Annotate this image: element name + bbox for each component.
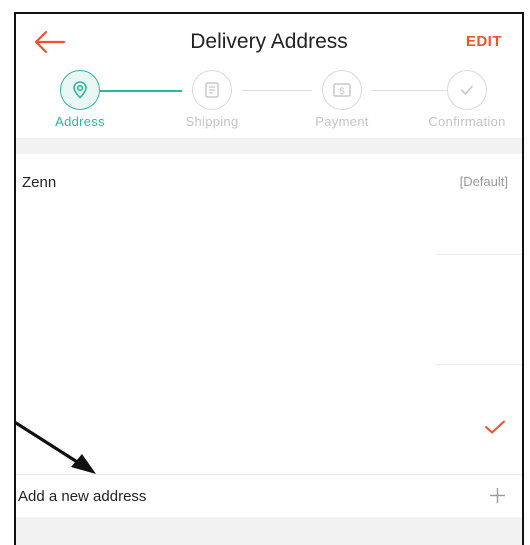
step-shipping[interactable]: Shipping [157, 70, 267, 129]
address-name: Zenn [22, 174, 57, 191]
step-label: Confirmation [428, 114, 506, 129]
step-address[interactable]: Address [25, 70, 135, 129]
step-label: Shipping [185, 114, 239, 129]
check-icon [461, 85, 473, 95]
app-header: Delivery Address EDIT [16, 14, 522, 68]
step-label: Address [55, 114, 105, 129]
selected-check-icon [485, 420, 505, 434]
divider [436, 254, 522, 255]
location-pin-icon [73, 81, 87, 99]
money-icon: $ [333, 83, 351, 97]
annotation-arrow-icon [16, 421, 96, 474]
default-badge: [Default] [459, 174, 508, 189]
divider [436, 364, 522, 365]
phone-screen: Delivery Address EDIT Address Shipping $… [14, 12, 524, 545]
plus-icon [490, 488, 505, 503]
document-icon [205, 82, 219, 98]
step-payment[interactable]: $ Payment [287, 70, 397, 129]
checkout-stepper: Address Shipping $ Payment Confirmation [16, 70, 522, 136]
step-label: Payment [315, 114, 369, 129]
add-address-row[interactable]: Add a new address [16, 474, 522, 517]
svg-text:$: $ [339, 86, 344, 96]
page-title: Delivery Address [190, 30, 348, 53]
bottom-spacer [16, 517, 522, 545]
edit-button[interactable]: EDIT [466, 33, 502, 50]
section-divider [16, 138, 522, 154]
step-confirmation[interactable]: Confirmation [412, 70, 522, 129]
add-address-label: Add a new address [18, 488, 147, 505]
